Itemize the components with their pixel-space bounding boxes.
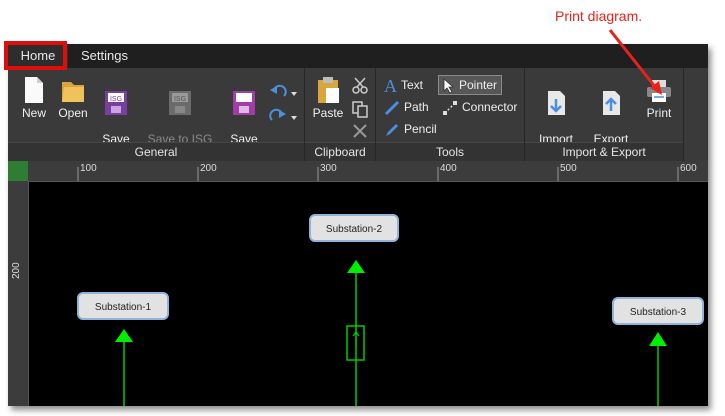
pointer-tool-label: Pointer xyxy=(459,78,498,92)
paste-button[interactable]: Paste xyxy=(311,76,345,120)
connector-arrow-2 xyxy=(347,260,365,273)
ruler-tick-600: 600 xyxy=(680,163,697,174)
text-tool-label: Text xyxy=(401,78,424,92)
cut-icon[interactable] xyxy=(351,76,369,99)
ribbon: New Open ISG Save to ISG ISG Save to ISG… xyxy=(8,68,708,172)
isg-badge-disabled-text: ISG xyxy=(174,96,186,103)
folder-icon xyxy=(62,82,84,102)
isg-badge-text: ISG xyxy=(110,96,122,103)
export-icon xyxy=(603,91,620,115)
pencil-tool-label: Pencil xyxy=(404,122,437,136)
group-tools: A Text Path Pencil Pointer Connector Tool… xyxy=(376,68,525,161)
ruler-corner xyxy=(8,161,28,181)
print-button[interactable]: Print xyxy=(641,76,677,120)
tab-bar: Home Settings xyxy=(8,44,708,68)
ruler-h-ticks xyxy=(77,167,679,181)
pointer-tool[interactable]: Pointer xyxy=(438,75,503,95)
save-isg-disabled-icon: ISG xyxy=(169,91,191,115)
path-tool[interactable]: Path xyxy=(384,98,429,116)
paste-label: Paste xyxy=(312,106,344,120)
printer-icon xyxy=(647,80,671,102)
open-button[interactable]: Open xyxy=(56,76,90,120)
group-import-export-label: Import & Export xyxy=(525,142,683,161)
pencil-icon xyxy=(386,123,398,136)
redo-icon xyxy=(269,108,297,121)
copy-icon[interactable] xyxy=(351,100,369,123)
connector-icon xyxy=(443,100,457,115)
group-tools-label: Tools xyxy=(376,142,524,161)
pencil-tool[interactable]: Pencil xyxy=(384,120,437,138)
horizontal-ruler: 100 200 300 400 500 600 xyxy=(28,161,708,182)
connector-arrow-3 xyxy=(649,332,667,346)
ruler-v-tick-200: 200 xyxy=(11,262,22,279)
group-general: New Open ISG Save to ISG ISG Save to ISG… xyxy=(8,68,305,172)
diagram-canvas[interactable]: Substation-2 Substation-1 Substation-3 xyxy=(29,182,708,406)
text-icon: A xyxy=(384,75,397,96)
pointer-icon xyxy=(443,77,455,94)
new-button[interactable]: New xyxy=(18,76,50,120)
connector-tool-label: Connector xyxy=(462,100,518,114)
ruler-tick-500: 500 xyxy=(560,163,577,174)
node-substation-3[interactable]: Substation-3 xyxy=(612,297,704,325)
print-label: Print xyxy=(646,106,672,120)
connector-tool[interactable]: Connector xyxy=(442,98,517,116)
new-document-icon xyxy=(25,77,43,103)
node-substation-1[interactable]: Substation-1 xyxy=(77,292,169,320)
group-import-export: Import from File Export to Image Print I… xyxy=(525,68,684,161)
app-window: Home Settings New Open ISG Save to ISG I… xyxy=(8,44,708,406)
path-icon xyxy=(384,100,400,115)
vertical-ruler: 200 xyxy=(8,181,29,406)
connector-arrow-1 xyxy=(115,329,133,342)
redo-button[interactable] xyxy=(268,108,298,127)
undo-button[interactable] xyxy=(268,84,298,103)
save-isg-icon: ISG xyxy=(105,91,127,115)
ruler-tick-100: 100 xyxy=(80,163,97,174)
ruler-tick-200: 200 xyxy=(200,163,217,174)
undo-icon xyxy=(270,84,297,97)
save-file-icon xyxy=(233,91,255,115)
tab-settings[interactable]: Settings xyxy=(81,44,128,68)
group-general-label: General xyxy=(8,142,304,161)
path-tool-label: Path xyxy=(404,100,429,114)
node-substation-2[interactable]: Substation-2 xyxy=(309,214,399,242)
group-clipboard: Paste Clipboard xyxy=(305,68,376,161)
ruler-tick-300: 300 xyxy=(320,163,337,174)
new-label: New xyxy=(21,106,46,120)
group-overflow xyxy=(684,68,708,161)
open-label: Open xyxy=(58,106,88,120)
home-tab-highlight xyxy=(4,41,67,70)
ruler-tick-400: 400 xyxy=(440,163,457,174)
import-icon xyxy=(548,91,565,115)
annotation-print-diagram: Print diagram. xyxy=(555,8,643,24)
text-tool[interactable]: A Text xyxy=(384,75,424,96)
group-clipboard-label: Clipboard xyxy=(305,142,375,161)
paste-icon xyxy=(318,77,339,103)
